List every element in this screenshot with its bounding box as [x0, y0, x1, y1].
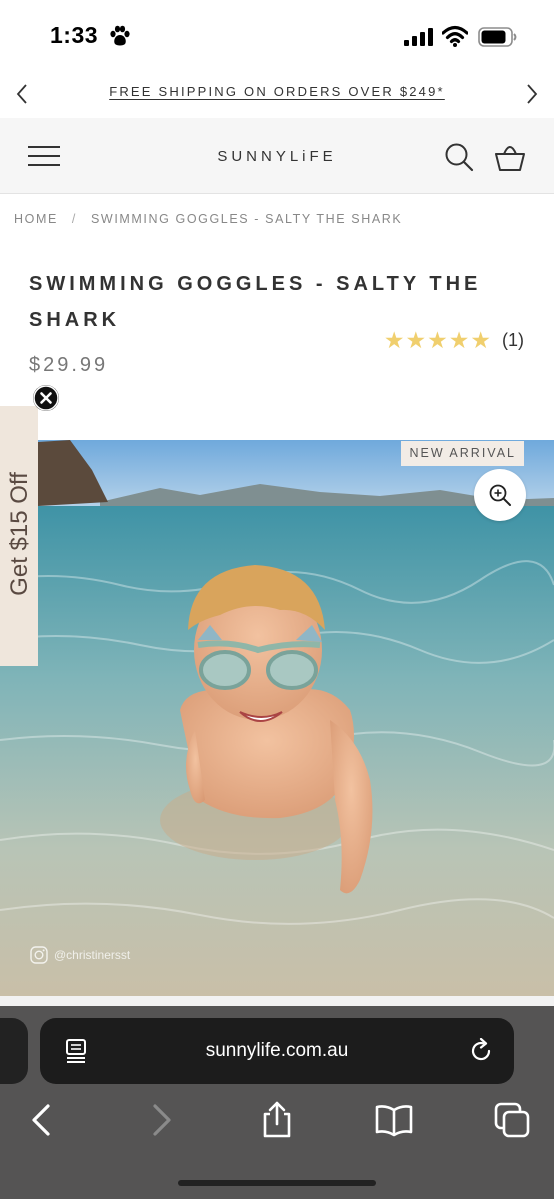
breadcrumb-separator: /	[71, 212, 77, 226]
battery-icon	[478, 27, 517, 47]
shopping-basket-icon[interactable]	[494, 142, 526, 172]
product-price: $29.99	[29, 354, 109, 376]
product-photo	[0, 440, 554, 996]
rating-stars: ★ ★ ★ ★ ★	[384, 327, 492, 354]
status-time: 1:33	[50, 22, 99, 48]
star-icon: ★	[405, 327, 427, 353]
side-promo-tab[interactable]: Get $15 Off	[0, 406, 38, 666]
promo-close-button[interactable]	[33, 385, 59, 411]
product-image[interactable]	[0, 440, 554, 996]
forward-icon[interactable]	[141, 1100, 181, 1140]
zoom-in-icon	[489, 484, 511, 506]
previous-tab-preview[interactable]	[0, 1018, 28, 1084]
close-icon	[33, 385, 59, 411]
zoom-button[interactable]	[474, 469, 526, 521]
reload-icon[interactable]	[468, 1038, 494, 1064]
star-icon: ★	[448, 327, 470, 353]
url-text[interactable]: sunnylife.com.au	[40, 1040, 514, 1062]
signal-icon	[404, 28, 433, 46]
breadcrumb: HOME / SWIMMING GOGGLES - SALTY THE SHARK	[14, 212, 402, 226]
site-header: SUNNYLiFE	[0, 118, 554, 194]
review-count: (1)	[502, 330, 524, 350]
status-bar: 1:33	[0, 0, 554, 70]
back-icon[interactable]	[22, 1100, 62, 1140]
announcement-bar: FREE SHIPPING ON ORDERS OVER $249*	[0, 70, 554, 118]
breadcrumb-home[interactable]: HOME	[14, 212, 58, 226]
instagram-icon	[30, 946, 48, 964]
side-promo-text: Get $15 Off	[6, 472, 33, 596]
image-credit: @christinersst	[30, 946, 130, 964]
tabs-icon[interactable]	[492, 1100, 532, 1140]
star-icon: ★	[427, 327, 448, 353]
chevron-right-icon[interactable]	[522, 82, 542, 106]
search-icon[interactable]	[444, 142, 474, 172]
breadcrumb-current: SWIMMING GOGGLES - SALTY THE SHARK	[90, 212, 403, 226]
wifi-icon	[442, 25, 468, 47]
paw-icon	[110, 25, 130, 46]
product-rating[interactable]: ★ ★ ★ ★ ★ (1)	[384, 327, 524, 354]
bookmarks-icon[interactable]	[374, 1100, 414, 1140]
star-icon: ★	[470, 327, 491, 353]
share-icon[interactable]	[257, 1100, 297, 1140]
address-bar[interactable]: sunnylife.com.au	[40, 1018, 514, 1084]
star-icon: ★	[383, 327, 405, 353]
new-arrival-badge: NEW ARRIVAL	[401, 441, 524, 466]
home-indicator	[178, 1180, 376, 1186]
announcement-link[interactable]: FREE SHIPPING ON ORDERS OVER $249*	[0, 84, 554, 99]
image-credit-text: @christinersst	[54, 948, 131, 962]
